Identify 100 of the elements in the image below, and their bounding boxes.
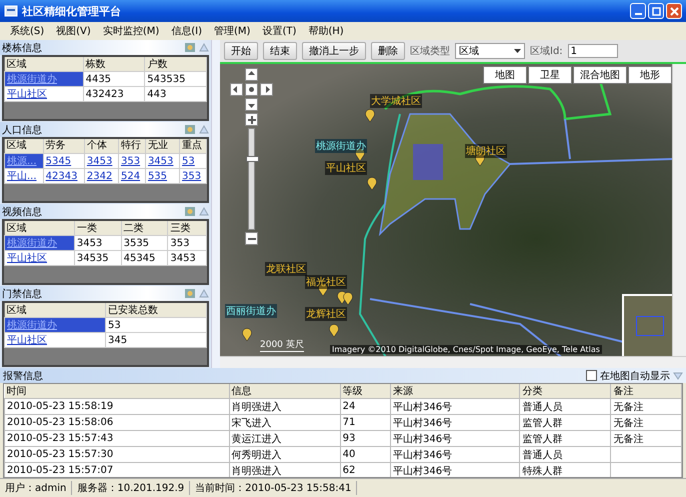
menu-item[interactable]: 设置(T) <box>262 24 296 38</box>
zoom-out-button[interactable] <box>245 232 258 245</box>
caret-icon <box>514 49 521 53</box>
value-link[interactable]: 53 <box>180 154 207 168</box>
table-cell: 3535 <box>121 236 168 250</box>
map-pin-icon[interactable] <box>242 328 252 342</box>
table-cell: 平山村346号 <box>390 446 520 462</box>
column-header: 区域 <box>4 57 84 72</box>
scrollbar[interactable] <box>211 40 220 368</box>
column-header: 来源 <box>390 384 520 398</box>
value-link[interactable]: 524 <box>118 168 146 184</box>
id-label: 区域Id: <box>530 44 563 58</box>
table-cell: 62 <box>340 462 391 477</box>
toolbar-button[interactable]: 删除 <box>371 42 405 60</box>
menu-item[interactable]: 实时监控(M) <box>102 24 160 38</box>
table-cell: 3453 <box>168 250 207 266</box>
reset-view-button[interactable] <box>245 83 258 96</box>
value-link[interactable]: 353 <box>180 168 207 184</box>
map-label: 龙辉社区 <box>305 307 347 321</box>
arrow-down-icon <box>248 101 255 108</box>
menu-item[interactable]: 视图(V) <box>56 24 91 38</box>
table-cell: 2010-05-23 15:57:43 <box>4 430 230 446</box>
toolbar-button[interactable]: 撤消上一步 <box>302 42 366 60</box>
maximize-button[interactable] <box>648 3 664 19</box>
id-input-field[interactable]: 1 <box>568 44 618 58</box>
column-header: 特行 <box>118 139 146 154</box>
pan-right-button[interactable] <box>260 83 273 96</box>
column-header: 已安装总数 <box>106 303 207 318</box>
value-link[interactable]: 42343 <box>43 168 84 184</box>
map-type-button[interactable]: 地形 <box>628 66 672 84</box>
panel-title: 报警信息 <box>3 370 44 382</box>
minimize-button[interactable] <box>630 3 646 19</box>
map-pin-icon[interactable] <box>365 109 375 122</box>
map-pin-icon[interactable] <box>367 177 377 190</box>
status-text: 服务器：10.201.192.9 <box>72 481 190 495</box>
map-label: 平山社区 <box>325 161 367 175</box>
column-header: 区域 <box>4 139 44 154</box>
overview-map[interactable] <box>622 294 672 356</box>
minimize-icon <box>634 13 642 15</box>
pan-up-button[interactable] <box>245 68 258 81</box>
map-pin-icon[interactable] <box>343 292 353 306</box>
value-link[interactable]: 5345 <box>43 154 84 168</box>
value-link[interactable]: 535 <box>145 168 180 184</box>
column-header: 劳务 <box>43 139 84 154</box>
value-link[interactable]: 3453 <box>84 154 118 168</box>
table-cell: 2010-05-23 15:58:06 <box>4 414 230 430</box>
table-cell: 肖明强进入 <box>229 398 340 414</box>
menu-item[interactable]: 信息(I) <box>171 24 202 38</box>
column-header: 信息 <box>229 384 340 398</box>
column-header: 个体 <box>84 139 118 154</box>
arrow-up-icon <box>248 71 255 78</box>
table-cell: 平山村346号 <box>390 430 520 446</box>
map-scale: 2000 英尺 <box>260 338 304 352</box>
region-link[interactable]: 平山社区 <box>4 86 84 102</box>
scrollbar[interactable] <box>220 356 686 368</box>
table-cell: 平山村346号 <box>390 462 520 477</box>
arrow-left-icon <box>233 86 240 93</box>
map-label: 桃源街道办 <box>315 139 367 153</box>
menu-item[interactable]: 管理(M) <box>214 24 250 38</box>
zoom-in-button[interactable] <box>245 113 258 126</box>
close-button[interactable] <box>666 3 682 19</box>
panel-title: 楼栋信息 <box>2 42 43 54</box>
toolbar-button[interactable]: 结束 <box>263 42 297 60</box>
pan-down-button[interactable] <box>245 98 258 111</box>
map-type-button[interactable]: 卫星 <box>528 66 572 84</box>
toolbar-button[interactable]: 开始 <box>224 42 258 60</box>
checkbox-label: 在地图自动显示 <box>600 370 670 382</box>
region-link[interactable]: 平山社区 <box>4 332 106 348</box>
column-header: 栋数 <box>83 57 145 72</box>
value-link[interactable]: 3453 <box>145 154 180 168</box>
value-link[interactable]: 2342 <box>84 168 118 184</box>
app-icon <box>4 4 18 18</box>
map-type-button[interactable]: 混合地图 <box>573 66 627 84</box>
status-text: 当前时间：2010-05-23 15:58:41 <box>190 481 358 495</box>
pan-left-button[interactable] <box>230 83 243 96</box>
region-link[interactable]: 平山社区 <box>4 250 74 266</box>
satellite-map[interactable]: 地图 卫星 混合地图 地形 大学城社区 桃源街道办 平山社区 塘朗社区 龙联社区 福光社区 西丽街道办 龙辉社区 2000 英尺 Imagery ©2010 DigitalGlobe, Cnes/Spot Image, GeoEye, Tele Atlas <box>220 64 672 356</box>
menu-item[interactable]: 帮助(H) <box>308 24 344 38</box>
plus-icon <box>248 116 256 124</box>
table-cell: 345 <box>106 332 207 348</box>
table-cell: 53 <box>106 318 207 332</box>
table-cell: 何秀明进入 <box>229 446 340 462</box>
map-type-button[interactable]: 地图 <box>483 66 527 84</box>
map-label: 大学城社区 <box>370 94 422 108</box>
value-link[interactable]: 353 <box>118 154 146 168</box>
table-cell: 93 <box>340 430 391 446</box>
scrollbar[interactable] <box>672 64 686 356</box>
map-copyright: Imagery ©2010 DigitalGlobe, Cnes/Spot Image, GeoEye, Tele Atlas <box>330 345 602 354</box>
checkbox[interactable] <box>586 370 597 381</box>
menu-item[interactable]: 系统(S) <box>10 24 44 38</box>
map-label: 西丽街道办 <box>225 304 277 318</box>
table-cell: 平山村346号 <box>390 398 520 414</box>
column-header: 户数 <box>144 57 207 72</box>
table-cell: 24 <box>340 398 391 414</box>
type-dropdown[interactable]: 区域 <box>455 43 525 59</box>
region-link[interactable]: 平山... <box>4 168 44 184</box>
table-cell: 无备注 <box>610 398 682 414</box>
map-pin-icon[interactable] <box>329 324 339 338</box>
column-header: 二类 <box>121 221 168 236</box>
zoom-slider-thumb[interactable] <box>246 156 259 162</box>
